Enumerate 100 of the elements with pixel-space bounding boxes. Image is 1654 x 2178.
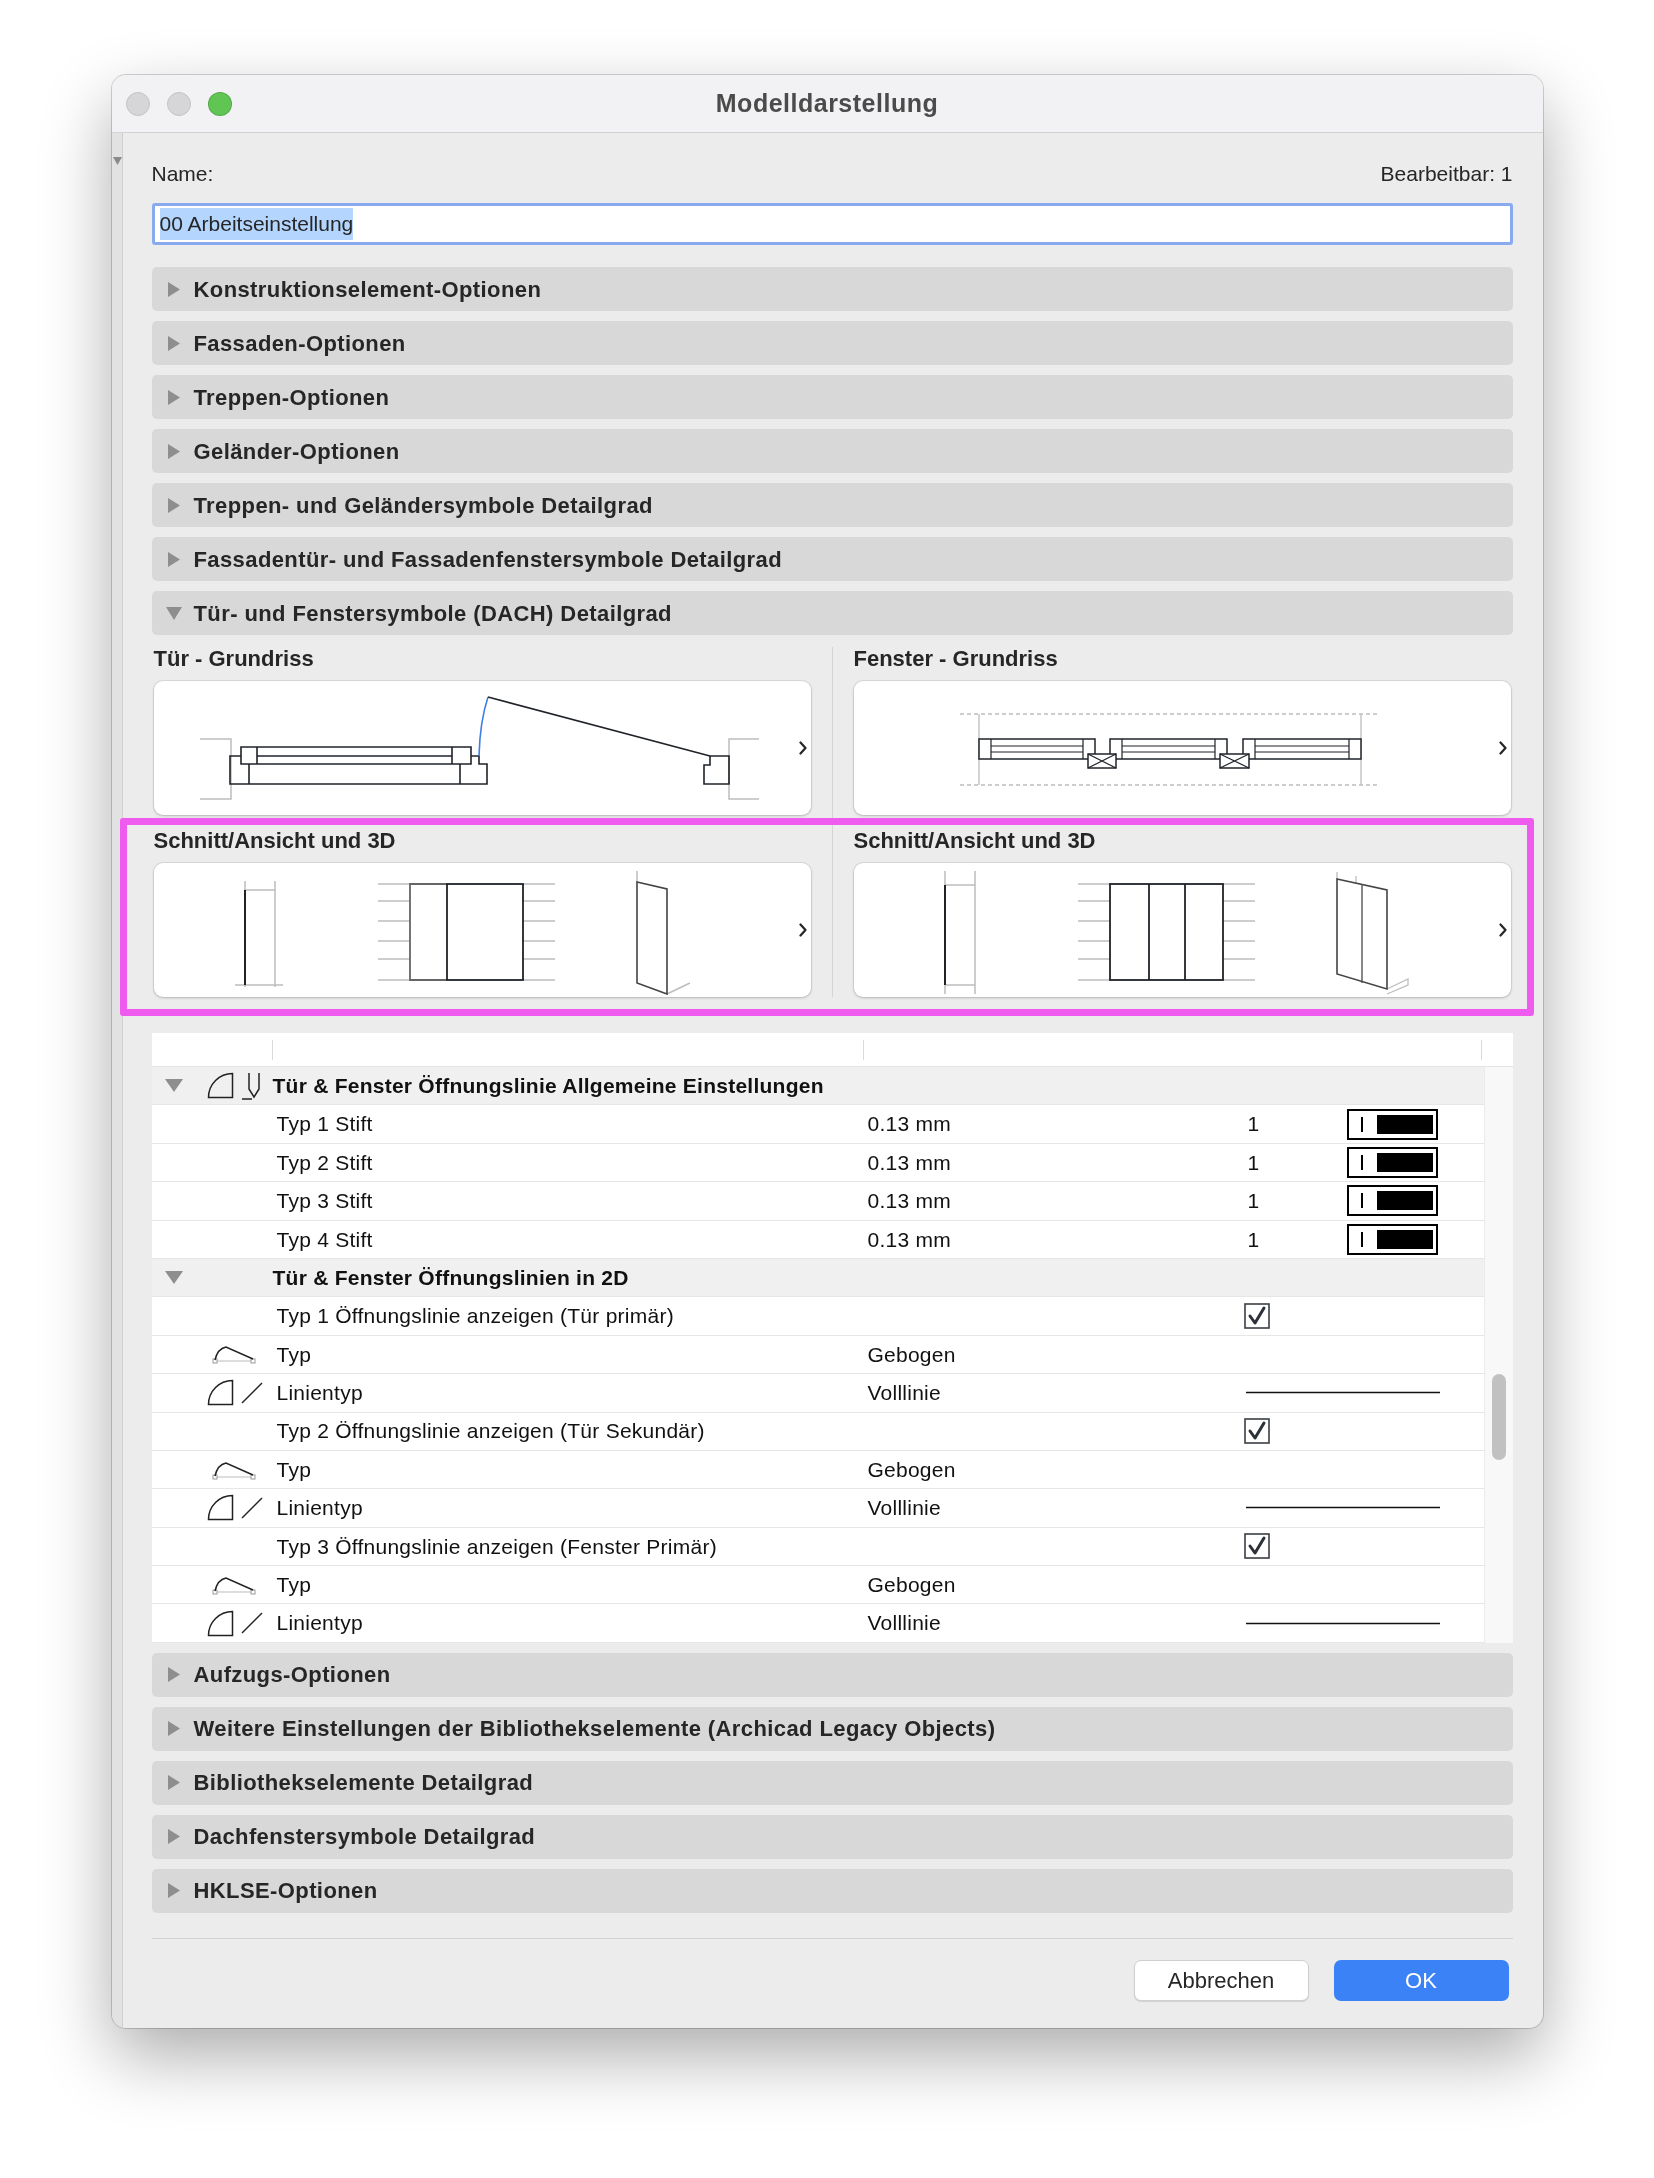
row-value: Gebogen [867,1457,956,1481]
group-title: Tür & Fenster Öffnungslinie Allgemeine Einstellungen [272,1073,824,1097]
solid-line-icon [1245,1391,1440,1395]
row-value: 0.13 mm [867,1150,951,1174]
pen-icon [240,1071,263,1100]
section-header[interactable]: Bibliothekselemente Detailgrad [151,1760,1513,1805]
door-swing-icon [206,1494,235,1522]
group-row[interactable]: Tür & Fenster Öffnungslinien in 2D [151,1258,1484,1298]
door-swing-icon [206,1072,235,1100]
row-label: Linientyp [276,1611,363,1635]
editable-count: Bearbeitbar: 1 [1380,162,1513,186]
disclosure-triangle-icon[interactable] [167,1721,180,1737]
ok-button[interactable]: OK [1333,1959,1509,2001]
disclosure-triangle-icon[interactable] [167,281,180,297]
disclosure-triangle-icon[interactable] [167,551,180,567]
pen-number: 1 [1246,1226,1260,1253]
row-value: Gebogen [867,1573,956,1596]
line-icon [240,1612,263,1635]
chevron-right-icon[interactable] [798,923,807,937]
arc-icon [211,1344,256,1365]
pen-swatch-icon[interactable] [1346,1108,1438,1140]
chevron-right-icon[interactable] [1498,741,1507,755]
section-header[interactable]: Tür- und Fenstersymbole (DACH) Detailgrad [151,591,1513,635]
row-label: Typ [276,1342,312,1366]
section-header[interactable]: Weitere Einstellungen der Bibliothekselemente (Archicad Legacy Objects) [151,1706,1513,1751]
window-title: Modelldarstellung [715,87,939,119]
section-header[interactable]: Geländer-Optionen [151,429,1513,473]
section-header[interactable]: Aufzugs-Optionen [151,1652,1513,1697]
minimize-icon[interactable] [166,91,191,116]
disclosure-triangle-icon[interactable] [167,1883,180,1899]
scrollbar-thumb[interactable] [1491,1374,1506,1460]
pen-swatch-icon[interactable] [1346,1146,1438,1178]
section-header[interactable]: Treppen-Optionen [151,375,1513,419]
checkbox[interactable] [1243,1418,1270,1445]
disclosure-triangle-icon[interactable] [167,497,180,513]
line-icon [240,1381,263,1404]
line-icon [240,1497,263,1519]
row-label: Typ 1 Öffnungslinie anzeigen (Tür primär) [276,1304,674,1328]
preview-title: Schnitt/Ansicht und 3D [853,829,1096,853]
row-value: Volllinie [867,1381,941,1405]
disclosure-triangle-icon[interactable] [164,1271,183,1285]
row-value: 0.13 mm [867,1112,951,1136]
row-value: Gebogen [867,1342,956,1366]
checkbox[interactable] [1243,1533,1270,1560]
disclosure-triangle-icon[interactable] [164,1079,183,1093]
disclosure-triangle-icon[interactable] [167,443,180,459]
row-label: Typ 3 Stift [276,1189,373,1213]
row-label: Typ [276,1457,312,1481]
pen-number: 1 [1246,1111,1260,1138]
row-value: Volllinie [867,1496,941,1520]
group-row[interactable]: Tür & Fenster Öffnungslinie Allgemeine Einstellungen [151,1067,1484,1106]
section-header[interactable]: Treppen- und Geländersymbole Detailgrad [151,483,1513,527]
name-field[interactable]: 00 Arbeitseinstellung [151,203,1513,245]
row-label: Linientyp [276,1496,363,1520]
disclosure-triangle-icon[interactable] [167,389,180,405]
disclosure-triangle-icon[interactable] [167,1667,180,1683]
row-label: Typ 4 Stift [276,1227,373,1251]
disclosure-triangle-icon[interactable] [167,1775,180,1791]
preview-card[interactable] [153,681,811,815]
disclosure-triangle-icon[interactable] [165,606,182,620]
solid-line-icon [1245,1506,1440,1510]
row-value: 0.13 mm [867,1189,951,1213]
door-swing-icon [206,1609,235,1637]
row-label: Typ 2 Stift [276,1150,373,1174]
row-label: Typ 3 Öffnungslinie anzeigen (Fenster Primär) [276,1534,717,1558]
row-label: Linientyp [276,1381,363,1405]
pen-number: 1 [1246,1149,1260,1176]
chevron-right-icon[interactable] [1498,923,1507,937]
preview-title: Tür - Grundriss [153,647,314,671]
close-icon[interactable] [125,91,150,116]
row-label: Typ 2 Öffnungslinie anzeigen (Tür Sekundär) [276,1419,705,1443]
disclosure-triangle-icon[interactable] [167,335,180,351]
row-value: Volllinie [867,1611,941,1635]
door-swing-icon [206,1379,235,1407]
cancel-button[interactable]: Abbrechen [1133,1959,1309,2001]
group-title: Tür & Fenster Öffnungslinien in 2D [272,1265,629,1289]
chevron-right-icon[interactable] [798,741,807,755]
section-header[interactable]: Dachfenstersymbole Detailgrad [151,1814,1513,1859]
preview-title: Fenster - Grundriss [853,647,1058,671]
row-label: Typ 1 Stift [276,1112,373,1136]
preview-card[interactable] [853,863,1511,997]
section-header[interactable]: Fassaden-Optionen [151,321,1513,365]
section-header[interactable]: Fassadentür- und Fassadenfenstersymbole Detailgrad [151,537,1513,581]
preview-title: Schnitt/Ansicht und 3D [153,829,396,853]
preview-card[interactable] [853,681,1511,815]
checkbox[interactable] [1243,1303,1270,1330]
pen-swatch-icon[interactable] [1346,1185,1438,1217]
section-header[interactable]: Konstruktionselement-Optionen [151,267,1513,311]
disclosure-triangle-icon[interactable] [167,1829,180,1845]
row-label: Typ [276,1573,312,1596]
solid-line-icon [1245,1621,1440,1625]
section-header[interactable]: HKLSE-Optionen [151,1868,1513,1913]
field-label: Name: [151,162,214,186]
row-value: 0.13 mm [867,1227,951,1251]
pen-swatch-icon[interactable] [1346,1223,1438,1255]
arc-icon [211,1574,256,1595]
arc-icon [211,1459,256,1480]
triangle-icon[interactable] [112,156,122,165]
pen-number: 1 [1246,1188,1260,1215]
zoom-icon[interactable] [207,91,232,116]
